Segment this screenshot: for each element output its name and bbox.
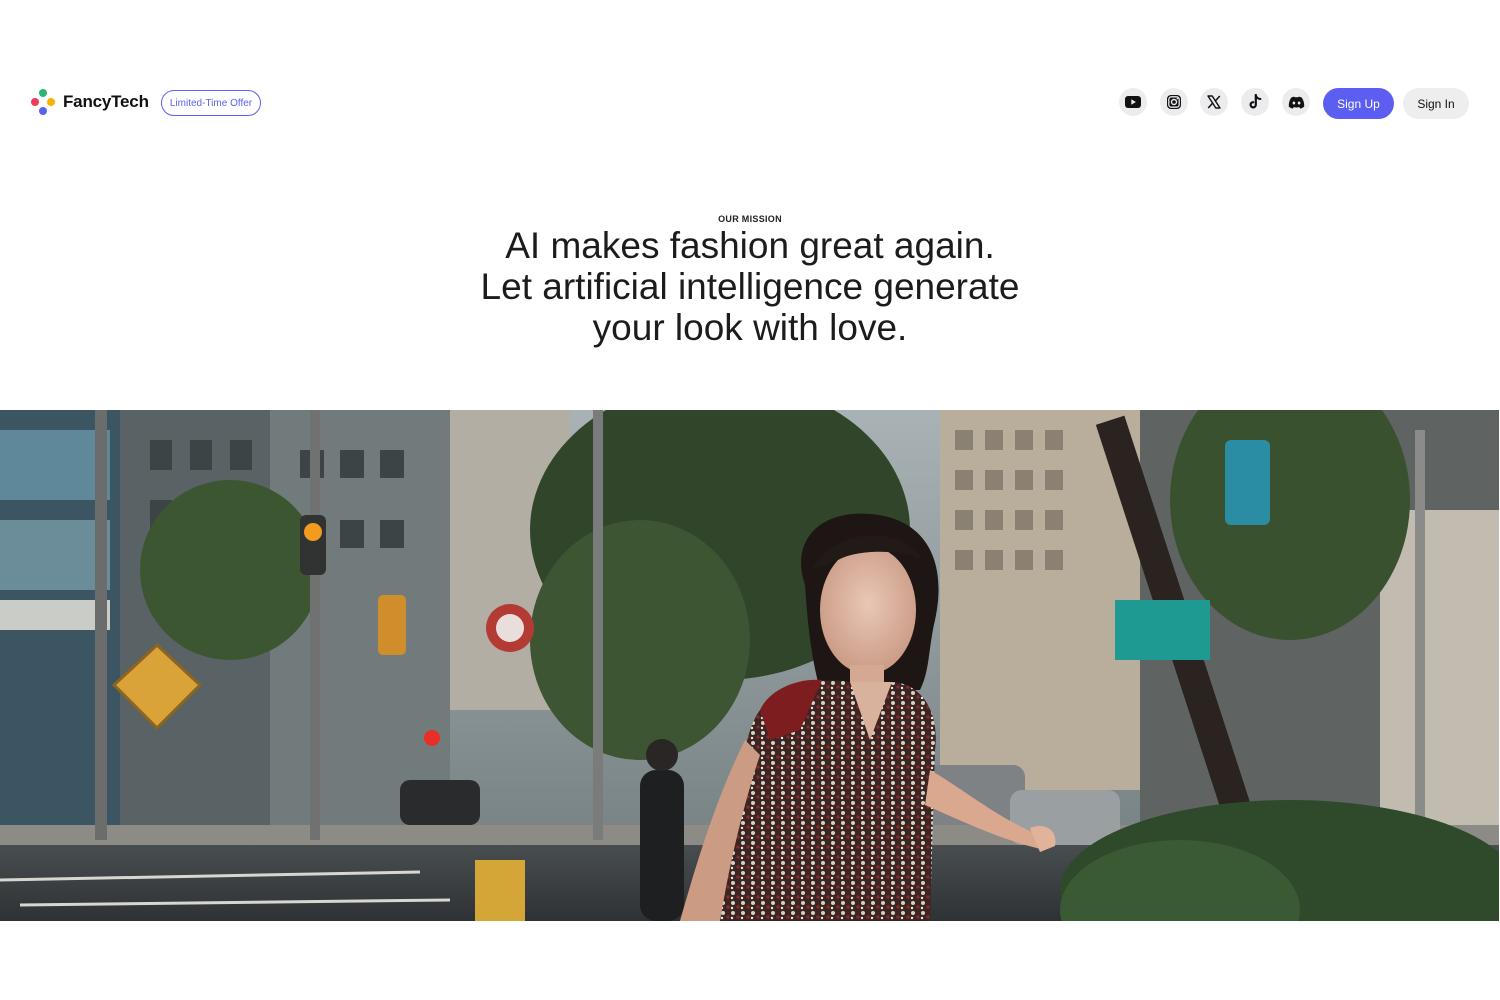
- youtube-icon[interactable]: [1119, 88, 1147, 116]
- sign-up-button[interactable]: Sign Up: [1323, 88, 1394, 119]
- x-icon[interactable]: [1200, 88, 1228, 116]
- tiktok-icon[interactable]: [1241, 88, 1269, 116]
- mission-headline: AI makes fashion great again. Let artifi…: [350, 225, 1150, 348]
- limited-time-offer-badge[interactable]: Limited-Time Offer: [161, 90, 261, 116]
- headline-line-1: AI makes fashion great again.: [505, 225, 995, 266]
- brand-logo-icon: [31, 89, 55, 115]
- discord-icon[interactable]: [1282, 88, 1310, 116]
- instagram-icon[interactable]: [1160, 88, 1188, 116]
- hero-street-scene: [0, 410, 1499, 921]
- mission-eyebrow: OUR MISSION: [718, 214, 782, 224]
- site-header: FancyTech Limited-Time Offer Sign Up Sig…: [0, 0, 1500, 205]
- brand-name: FancyTech: [63, 92, 149, 111]
- sign-in-button[interactable]: Sign In: [1403, 88, 1469, 119]
- brand-logo-link[interactable]: FancyTech: [31, 89, 149, 115]
- hero-image: [0, 410, 1499, 921]
- headline-line-3: your look with love.: [592, 307, 908, 348]
- headline-line-2: Let artificial intelligence generate: [480, 266, 1020, 307]
